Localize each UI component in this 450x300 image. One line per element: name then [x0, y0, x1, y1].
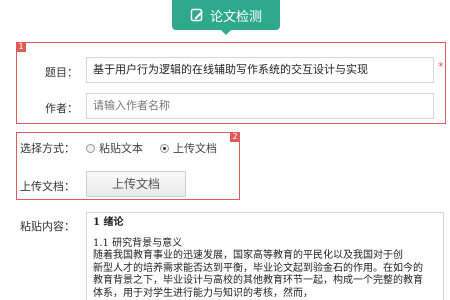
paste-line: 1 绪论 — [93, 217, 124, 228]
title-field[interactable]: 基于用户行为逻辑的在线辅助写作系统的交互设计与实现 — [86, 57, 434, 83]
section-number-badge: 2 — [230, 132, 240, 142]
upload-label: 上传文档： — [20, 180, 75, 193]
paste-line: 1.1 研究背景与意义 — [93, 237, 183, 249]
section-number-badge: 1 — [16, 42, 26, 52]
detect-tab-title: 论文检测 — [209, 9, 262, 25]
paste-line: 新型人才的培养需求能否达到平衡，毕业论文起到验金石的作用。在如今的 — [93, 262, 423, 274]
author-field[interactable]: 请输入作者名称 — [86, 93, 434, 119]
upload-button[interactable]: 上传文档 — [86, 171, 186, 197]
paste-line: 教育背景之下，毕业设计与高校的其他教育环节一起，构成一个完整的教育 — [93, 275, 423, 286]
method-label: 选择方式： — [20, 142, 75, 155]
radio-label: 上传文档 — [173, 142, 217, 155]
author-label: 作者： — [45, 102, 78, 115]
required-mark: * — [438, 60, 444, 73]
detect-tab[interactable]: 论文检测 — [172, 0, 280, 30]
title-label: 题目： — [45, 66, 78, 79]
paste-line: 体系，用于对学生进行能力与知识的考核，然而， — [93, 287, 313, 299]
radio-label: 粘贴文本 — [99, 142, 143, 155]
paste-blank-line — [93, 230, 437, 238]
radio-paste-text[interactable]: 粘贴文本 — [86, 140, 143, 156]
paste-label: 粘贴内容： — [20, 220, 75, 233]
tab-caret — [221, 30, 231, 35]
edit-icon — [190, 8, 203, 22]
radio-upload-doc[interactable]: 上传文档 — [160, 140, 217, 156]
paste-line: 随着我国教育事业的迅速发展，国家高等教育的平民化以及我国对于创 — [93, 250, 403, 261]
radio-button[interactable] — [86, 143, 95, 153]
paste-content-textarea[interactable]: 1 绪论 1.1 研究背景与意义 随着我国教育事业的迅速发展，国家高等教育的平民… — [86, 212, 444, 300]
radio-button[interactable] — [160, 143, 169, 153]
